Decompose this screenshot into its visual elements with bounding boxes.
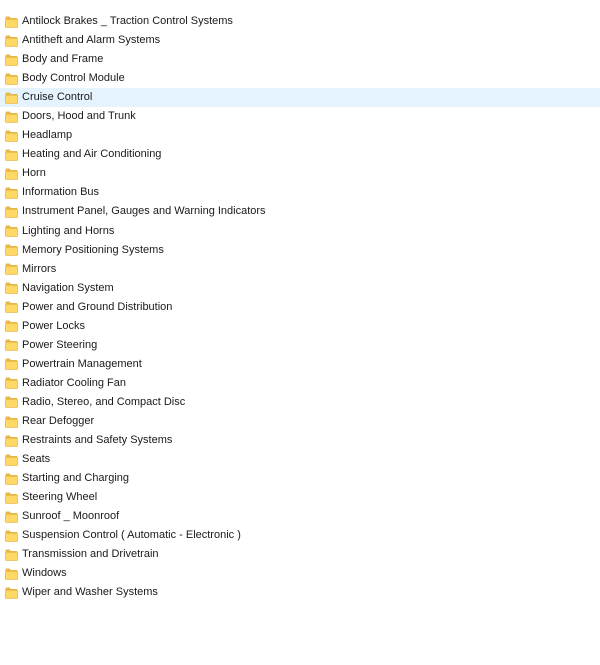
folder-item[interactable]: Information Bus xyxy=(0,183,600,202)
folder-item[interactable]: Instrument Panel, Gauges and Warning Ind… xyxy=(0,202,600,221)
folder-icon xyxy=(5,225,18,237)
folder-item[interactable]: Mirrors xyxy=(0,260,600,279)
folder-icon xyxy=(5,549,18,561)
folder-item[interactable]: Starting and Charging xyxy=(0,469,600,488)
folder-label: Antilock Brakes _ Traction Control Syste… xyxy=(22,15,233,28)
folder-label: Wiper and Washer Systems xyxy=(22,586,158,599)
folder-label: Body Control Module xyxy=(22,72,125,85)
folder-item[interactable]: Heating and Air Conditioning xyxy=(0,145,600,164)
folder-item[interactable]: Body Control Module xyxy=(0,69,600,88)
folder-label: Power and Ground Distribution xyxy=(22,300,173,313)
folder-icon xyxy=(5,35,18,47)
folder-icon xyxy=(5,339,18,352)
folder-item[interactable]: Power and Ground Distribution xyxy=(0,298,600,317)
folder-icon xyxy=(5,187,18,199)
folder-item[interactable]: Powertrain Management xyxy=(0,355,600,374)
folder-label: Sunroof _ Moonroof xyxy=(22,510,120,523)
folder-icon xyxy=(5,492,18,504)
folder-label: Windows xyxy=(22,567,67,580)
folder-label: Memory Positioning Systems xyxy=(22,243,164,256)
folder-item[interactable]: Restraints and Safety Systems xyxy=(0,431,600,450)
folder-label: Starting and Charging xyxy=(22,472,130,485)
folder-item[interactable]: Steering Wheel xyxy=(0,488,600,507)
folder-icon xyxy=(5,16,18,28)
folder-item[interactable]: Antitheft and Alarm Systems xyxy=(0,31,600,50)
folder-label: Information Bus xyxy=(22,186,100,199)
folder-icon xyxy=(5,473,18,485)
folder-list: Antilock Brakes _ Traction Control Syste… xyxy=(0,12,600,602)
folder-icon xyxy=(5,568,18,580)
folder-icon xyxy=(5,358,18,371)
folder-item[interactable]: Seats xyxy=(0,450,600,469)
folder-label: Power Steering xyxy=(22,338,98,351)
folder-label: Horn xyxy=(22,167,46,180)
folder-icon xyxy=(5,396,18,409)
folder-icon xyxy=(5,435,18,447)
folder-label: Steering Wheel xyxy=(22,491,98,504)
folder-label: Navigation System xyxy=(22,281,114,294)
folder-label: Antitheft and Alarm Systems xyxy=(22,34,161,47)
folder-label: Mirrors xyxy=(22,262,57,275)
folder-item[interactable]: Antilock Brakes _ Traction Control Syste… xyxy=(0,12,600,31)
folder-label: Radiator Cooling Fan xyxy=(22,376,126,389)
folder-icon xyxy=(5,416,18,428)
folder-item[interactable]: Wiper and Washer Systems xyxy=(0,583,600,602)
folder-item[interactable]: Radiator Cooling Fan xyxy=(0,374,600,393)
folder-icon xyxy=(5,530,18,542)
folder-item[interactable]: Navigation System xyxy=(0,279,600,298)
folder-icon xyxy=(5,130,18,142)
folder-item[interactable]: Suspension Control ( Automatic - Electro… xyxy=(0,526,600,545)
folder-item[interactable]: Cruise Control xyxy=(0,88,600,108)
folder-icon xyxy=(5,320,18,333)
folder-item[interactable]: Doors, Hood and Trunk xyxy=(0,107,600,126)
folder-item[interactable]: Transmission and Drivetrain xyxy=(0,545,600,564)
folder-item[interactable]: Memory Positioning Systems xyxy=(0,241,600,260)
folder-icon xyxy=(5,168,18,180)
folder-item[interactable]: Power Steering xyxy=(0,336,600,355)
folder-item[interactable]: Power Locks xyxy=(0,317,600,336)
folder-label: Instrument Panel, Gauges and Warning Ind… xyxy=(22,205,266,218)
folder-icon xyxy=(5,511,18,523)
folder-icon xyxy=(5,54,18,66)
folder-item[interactable]: Sunroof _ Moonroof xyxy=(0,507,600,526)
folder-icon xyxy=(5,206,18,218)
folder-icon xyxy=(5,587,18,599)
folder-label: Doors, Hood and Trunk xyxy=(22,110,136,123)
folder-label: Body and Frame xyxy=(22,53,104,66)
folder-item[interactable]: Rear Defogger xyxy=(0,412,600,431)
folder-label: Transmission and Drivetrain xyxy=(22,548,159,561)
folder-icon xyxy=(5,92,18,104)
folder-label: Radio, Stereo, and Compact Disc xyxy=(22,395,186,408)
folder-label: Seats xyxy=(22,453,51,466)
folder-icon xyxy=(5,244,18,256)
folder-label: Heating and Air Conditioning xyxy=(22,148,162,161)
folder-label: Suspension Control ( Automatic - Electro… xyxy=(22,529,241,542)
folder-item[interactable]: Windows xyxy=(0,564,600,583)
folder-icon xyxy=(5,263,18,275)
folder-icon xyxy=(5,377,18,390)
folder-item[interactable]: Body and Frame xyxy=(0,50,600,69)
folder-icon xyxy=(5,282,18,294)
folder-item[interactable]: Headlamp xyxy=(0,126,600,145)
folder-label: Powertrain Management xyxy=(22,357,142,370)
folder-label: Power Locks xyxy=(22,319,85,332)
folder-label: Lighting and Horns xyxy=(22,224,115,237)
folder-item[interactable]: Horn xyxy=(0,164,600,183)
folder-icon xyxy=(5,301,18,314)
folder-icon xyxy=(5,454,18,466)
folder-icon xyxy=(5,111,18,123)
folder-label: Restraints and Safety Systems xyxy=(22,434,173,447)
folder-item[interactable]: Lighting and Horns xyxy=(0,222,600,241)
folder-label: Rear Defogger xyxy=(22,415,95,427)
folder-label: Cruise Control xyxy=(22,91,93,104)
folder-label: Headlamp xyxy=(22,129,73,142)
folder-item[interactable]: Radio, Stereo, and Compact Disc xyxy=(0,393,600,412)
folder-icon xyxy=(5,149,18,161)
folder-icon xyxy=(5,73,18,85)
